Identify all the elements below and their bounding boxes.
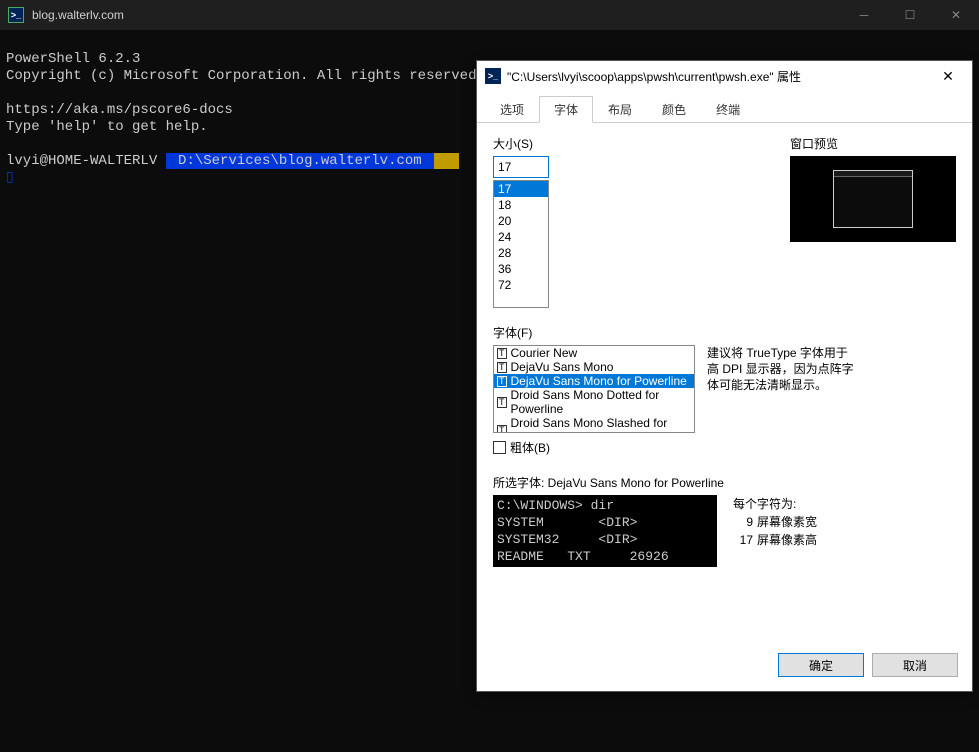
truetype-icon: T bbox=[497, 348, 507, 359]
dialog-buttons: 确定 取消 bbox=[477, 643, 972, 691]
size-option[interactable]: 28 bbox=[494, 245, 548, 261]
font-option[interactable]: TDroid Sans Mono Slashed for Powerline bbox=[494, 416, 694, 433]
tab-terminal[interactable]: 终端 bbox=[701, 96, 755, 123]
truetype-icon: T bbox=[497, 362, 507, 373]
terminal-line: https://aka.ms/pscore6-docs bbox=[6, 102, 233, 118]
bold-label: 粗体(B) bbox=[510, 439, 550, 456]
font-hint: 建议将 TrueType 字体用于高 DPI 显示器，因为点阵字体可能无法清晰显… bbox=[707, 345, 857, 393]
font-option[interactable]: TCourier New bbox=[494, 346, 694, 360]
bold-checkbox[interactable] bbox=[493, 441, 506, 454]
char-info-title: 每个字符为: bbox=[733, 495, 817, 513]
preview-label: 窗口预览 bbox=[790, 135, 956, 152]
size-list[interactable]: 17 18 20 24 28 36 72 bbox=[493, 180, 549, 308]
size-option[interactable]: 24 bbox=[494, 229, 548, 245]
window-preview bbox=[790, 156, 956, 242]
char-height-value: 17 bbox=[733, 531, 753, 549]
truetype-icon: T bbox=[497, 376, 507, 387]
cancel-button[interactable]: 取消 bbox=[872, 653, 958, 677]
dialog-title: "C:\Users\lvyi\scoop\apps\pwsh\current\p… bbox=[507, 68, 928, 85]
size-label: 大小(S) bbox=[493, 135, 549, 152]
size-option[interactable]: 18 bbox=[494, 197, 548, 213]
truetype-icon: T bbox=[497, 397, 507, 408]
prompt-user: lvyi@HOME-WALTERLV bbox=[6, 153, 166, 169]
char-info: 每个字符为: 9 屏幕像素宽 17 屏幕像素高 bbox=[733, 495, 817, 549]
font-option[interactable]: TDejaVu Sans Mono for Powerline bbox=[494, 374, 694, 388]
tab-color[interactable]: 颜色 bbox=[647, 96, 701, 123]
size-option[interactable]: 17 bbox=[494, 181, 548, 197]
tab-bar: 选项 字体 布局 颜色 终端 bbox=[477, 91, 972, 123]
window-titlebar: >_ blog.walterlv.com ─ ☐ ✕ bbox=[0, 0, 979, 30]
dialog-titlebar: >_ "C:\Users\lvyi\scoop\apps\pwsh\curren… bbox=[477, 61, 972, 91]
prompt-path: D:\Services\blog.walterlv.com bbox=[166, 153, 434, 169]
maximize-button[interactable]: ☐ bbox=[887, 0, 933, 30]
properties-dialog: >_ "C:\Users\lvyi\scoop\apps\pwsh\curren… bbox=[476, 60, 973, 692]
terminal-line: Copyright (c) Microsoft Corporation. All… bbox=[6, 68, 485, 84]
prompt-separator bbox=[434, 153, 459, 169]
font-sample: C:\WINDOWS> dir SYSTEM <DIR> SYSTEM32 <D… bbox=[493, 495, 717, 567]
tab-font[interactable]: 字体 bbox=[539, 96, 593, 123]
tab-options[interactable]: 选项 bbox=[485, 96, 539, 123]
dialog-body: 大小(S) 17 18 20 24 28 36 72 窗口预览 bbox=[477, 123, 972, 643]
cursor: ▯ bbox=[6, 170, 14, 186]
truetype-icon: T bbox=[497, 425, 507, 434]
font-list[interactable]: TCourier New TDejaVu Sans Mono TDejaVu S… bbox=[493, 345, 695, 433]
size-option[interactable]: 20 bbox=[494, 213, 548, 229]
ok-button[interactable]: 确定 bbox=[778, 653, 864, 677]
powershell-icon: >_ bbox=[8, 7, 24, 23]
preview-window-icon bbox=[833, 170, 913, 228]
terminal-line: Type 'help' to get help. bbox=[6, 119, 208, 135]
size-option[interactable]: 36 bbox=[494, 261, 548, 277]
tab-layout[interactable]: 布局 bbox=[593, 96, 647, 123]
dialog-close-button[interactable]: ✕ bbox=[928, 62, 968, 90]
size-input[interactable] bbox=[493, 156, 549, 178]
terminal-line: PowerShell 6.2.3 bbox=[6, 51, 140, 67]
char-width-label: 屏幕像素宽 bbox=[757, 515, 817, 529]
font-option[interactable]: TDejaVu Sans Mono bbox=[494, 360, 694, 374]
window-title: blog.walterlv.com bbox=[32, 8, 841, 22]
size-option[interactable]: 72 bbox=[494, 277, 548, 293]
powershell-icon: >_ bbox=[485, 68, 501, 84]
font-option[interactable]: TDroid Sans Mono Dotted for Powerline bbox=[494, 388, 694, 416]
char-height-label: 屏幕像素高 bbox=[757, 533, 817, 547]
char-width-value: 9 bbox=[733, 513, 753, 531]
selected-font-label: 所选字体: DejaVu Sans Mono for Powerline bbox=[493, 474, 956, 491]
close-button[interactable]: ✕ bbox=[933, 0, 979, 30]
minimize-button[interactable]: ─ bbox=[841, 0, 887, 30]
font-label: 字体(F) bbox=[493, 324, 956, 341]
